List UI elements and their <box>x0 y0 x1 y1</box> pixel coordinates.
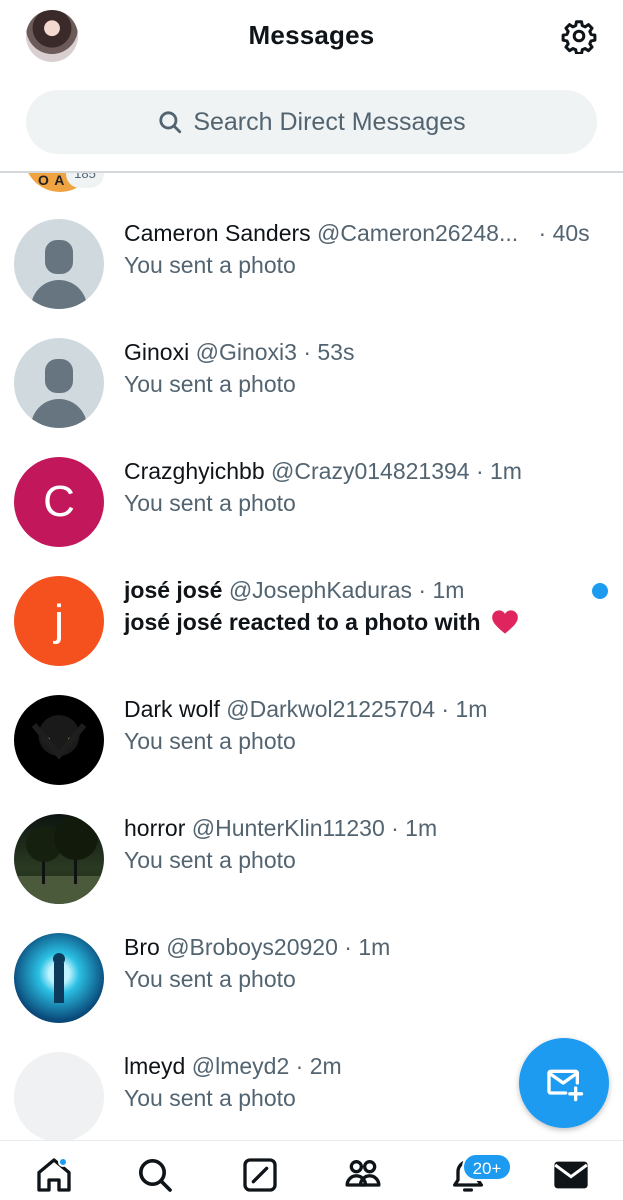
conversation-preview: You sent a photo <box>124 371 296 397</box>
conversation-preview: You sent a photo <box>124 1085 296 1111</box>
conversation-preview: josé josé reacted to a photo with <box>124 609 519 636</box>
conversation-header: Dark wolf @Darkwol21225704 · 1m <box>124 696 487 723</box>
conversation-handle: @lmeyd2 <box>191 1053 290 1079</box>
conversation-row[interactable]: Bro @Broboys20920 · 1m You sent a photo <box>0 890 623 1023</box>
conversation-row[interactable]: j josé josé @JosephKaduras · 1m josé jos… <box>0 533 623 666</box>
conversation-header: lmeyd @lmeyd2 · 2m <box>124 1053 342 1080</box>
avatar-letter: C <box>43 477 75 526</box>
conversation-preview: You sent a photo <box>124 966 296 992</box>
conversation-handle: @Ginoxi3 <box>195 339 297 365</box>
conversation-handle: @Broboys20920 <box>166 934 338 960</box>
conversation-time: · 2m <box>295 1053 342 1079</box>
conversation-header: josé josé @JosephKaduras · 1m <box>124 577 464 604</box>
gear-icon[interactable] <box>561 18 597 54</box>
conversation-name: Dark wolf <box>124 696 220 722</box>
nav-communities[interactable] <box>343 1155 383 1195</box>
nav-messages[interactable] <box>551 1155 591 1195</box>
conversation-time: · 1m <box>418 577 465 603</box>
conversation-name: lmeyd <box>124 1053 186 1079</box>
heart-icon <box>492 610 518 634</box>
conversation-preview-text: josé josé reacted to a photo with <box>124 609 481 635</box>
new-message-button[interactable] <box>519 1038 609 1128</box>
conversation-row[interactable]: horror @HunterKlin11230 · 1m You sent a … <box>0 771 623 904</box>
notification-count-badge: 20+ <box>462 1153 512 1181</box>
conversation-time: · 1m <box>391 815 438 841</box>
communities-icon <box>345 1160 381 1187</box>
conversation-preview: You sent a photo <box>124 252 296 278</box>
avatar <box>14 1052 104 1142</box>
page-title: Messages <box>248 20 375 50</box>
nav-home[interactable] <box>34 1155 74 1195</box>
conversation-preview: You sent a photo <box>124 847 296 873</box>
conversation-row[interactable]: C Crazghyichbb @Crazy014821394 · 1m You … <box>0 414 623 547</box>
conversation-time: · 1m <box>344 934 391 960</box>
search-icon <box>139 1159 172 1192</box>
conversation-name: Cameron Sanders <box>124 220 311 246</box>
search-icon <box>159 111 182 134</box>
conversation-preview: You sent a photo <box>124 490 296 516</box>
conversation-name: Bro <box>124 934 160 960</box>
conversation-handle: @Cameron26248... <box>317 220 519 246</box>
conversation-time: · 40s <box>538 220 590 246</box>
conversation-handle: @HunterKlin11230 <box>191 815 385 841</box>
home-unread-dot <box>58 1157 68 1167</box>
nav-compose[interactable] <box>240 1155 280 1195</box>
conversation-name: Crazghyichbb <box>124 458 265 484</box>
home-icon <box>37 1158 71 1192</box>
conversation-row[interactable]: Dark wolf @Darkwol21225704 · 1m You sent… <box>0 652 623 785</box>
conversation-header: Ginoxi @Ginoxi3 · 53s <box>124 339 354 366</box>
conversation-handle: @Crazy014821394 <box>271 458 470 484</box>
avatar-letter: j <box>54 596 64 645</box>
bottom-navigation <box>0 1140 623 1200</box>
conversation-handle: @JosephKaduras <box>228 577 413 603</box>
messages-icon <box>554 1161 588 1189</box>
divider <box>0 171 623 173</box>
conversation-header: Crazghyichbb @Crazy014821394 · 1m <box>124 458 522 485</box>
compose-icon <box>243 1158 277 1192</box>
conversation-time: · 1m <box>441 696 488 722</box>
conversation-header: Bro @Broboys20920 · 1m <box>124 934 390 961</box>
conversation-handle: @Darkwol21225704 <box>226 696 436 722</box>
nav-search[interactable] <box>135 1155 175 1195</box>
conversation-preview: You sent a photo <box>124 728 296 754</box>
conversation-header: horror @HunterKlin11230 · 1m <box>124 815 437 842</box>
new-message-icon <box>547 1069 584 1102</box>
conversation-row[interactable]: Ginoxi @Ginoxi3 · 53s You sent a photo <box>0 295 623 428</box>
top-bar: Messages <box>0 0 623 72</box>
unread-dot <box>592 583 608 599</box>
conversation-name: horror <box>124 815 186 841</box>
conversation-time: · 1m <box>475 458 522 484</box>
search-input[interactable]: Search Direct Messages <box>26 90 597 154</box>
search-placeholder: Search Direct Messages <box>193 107 466 136</box>
conversation-row[interactable]: Cameron Sanders @Cameron26248... · 40s Y… <box>0 176 623 309</box>
conversation-name: josé josé <box>124 577 223 603</box>
conversation-header: Cameron Sanders @Cameron26248... · 40s <box>124 220 590 247</box>
conversation-name: Ginoxi <box>124 339 190 365</box>
conversation-time: · 53s <box>303 339 355 365</box>
